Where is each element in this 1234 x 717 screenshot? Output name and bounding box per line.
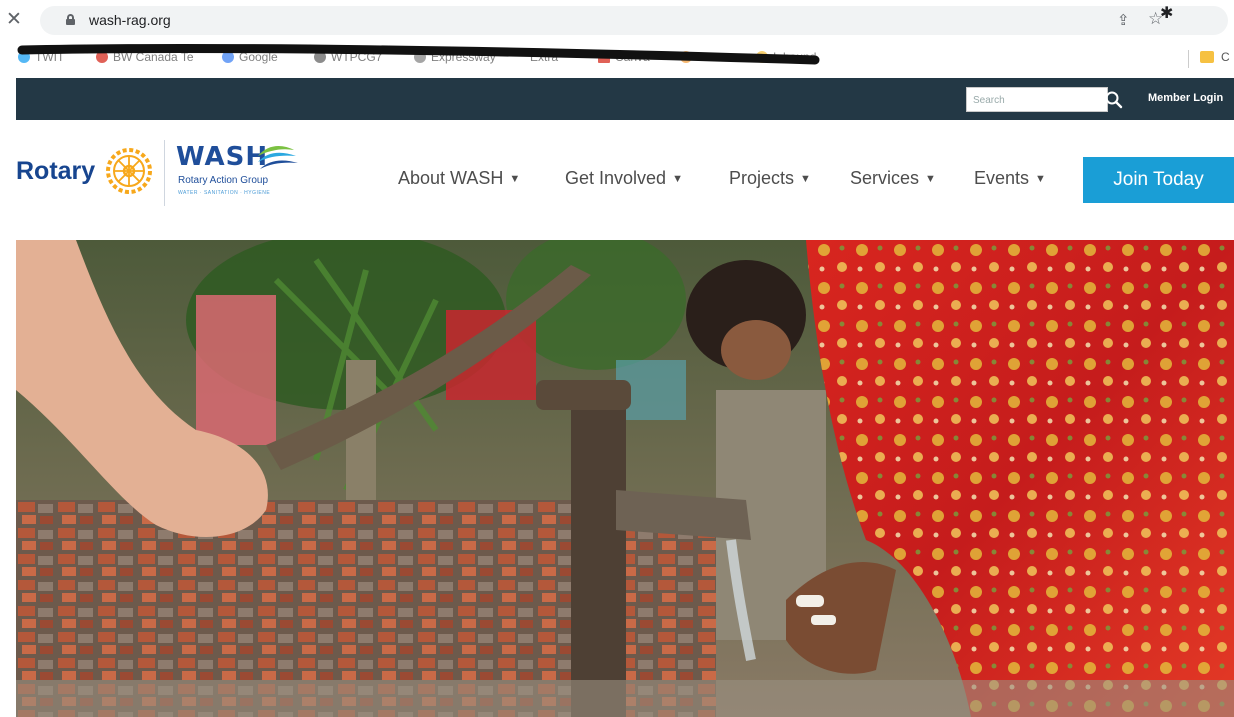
- lock-icon[interactable]: [66, 14, 75, 25]
- search-field[interactable]: [966, 87, 1108, 112]
- bookmark-overflow[interactable]: C: [1221, 50, 1230, 64]
- search-icon[interactable]: [1104, 90, 1124, 110]
- folder-icon[interactable]: [1200, 51, 1214, 63]
- nav-projects[interactable]: Projects ▼: [729, 168, 811, 189]
- bookmarks-bar: TWIT BW Canada Te Google WTPCG7 Expressw…: [0, 40, 1234, 77]
- share-icon[interactable]: ⇪: [1117, 11, 1130, 29]
- hero-photo-illustration: [16, 240, 1234, 717]
- chevron-down-icon: ▼: [672, 173, 683, 185]
- omnibox[interactable]: wash-rag.org ⇪ ☆: [40, 6, 1228, 35]
- nav-get-involved[interactable]: Get Involved ▼: [565, 168, 683, 189]
- rotary-wheel-logo[interactable]: [104, 146, 154, 196]
- chevron-down-icon: ▼: [925, 173, 936, 185]
- site-header: Rotary WASH Rotary Action Group WATER · …: [16, 120, 1234, 240]
- chevron-down-icon: ▼: [509, 173, 521, 185]
- wash-tagline: WATER · SANITATION · HYGIENE: [178, 190, 271, 196]
- site-topbar: Member Login: [16, 78, 1234, 120]
- nav-services[interactable]: Services ▼: [850, 168, 936, 189]
- member-login-link[interactable]: Member Login: [1148, 92, 1223, 104]
- nav-about-wash[interactable]: About WASH ▼: [398, 168, 520, 189]
- chevron-down-icon: ▼: [1035, 173, 1046, 185]
- logo-divider: [164, 140, 165, 206]
- wash-waves-logo[interactable]: [254, 142, 300, 172]
- search-input[interactable]: [967, 89, 1107, 112]
- rotary-logo-text[interactable]: Rotary: [16, 157, 95, 186]
- extensions-icon[interactable]: ✱: [1160, 3, 1173, 22]
- nav-events[interactable]: Events ▼: [974, 168, 1046, 189]
- close-icon[interactable]: ✕: [6, 9, 22, 29]
- join-today-button[interactable]: Join Today: [1083, 157, 1234, 203]
- hero-image: [16, 240, 1234, 717]
- url-text[interactable]: wash-rag.org: [89, 12, 171, 28]
- redaction-scribble: [17, 43, 820, 65]
- bookmarks-separator: [1188, 50, 1189, 68]
- wash-subtitle: Rotary Action Group: [178, 175, 269, 186]
- browser-address-bar: ✕ wash-rag.org ⇪ ☆ ✱: [0, 0, 1234, 40]
- chevron-down-icon: ▼: [800, 173, 811, 185]
